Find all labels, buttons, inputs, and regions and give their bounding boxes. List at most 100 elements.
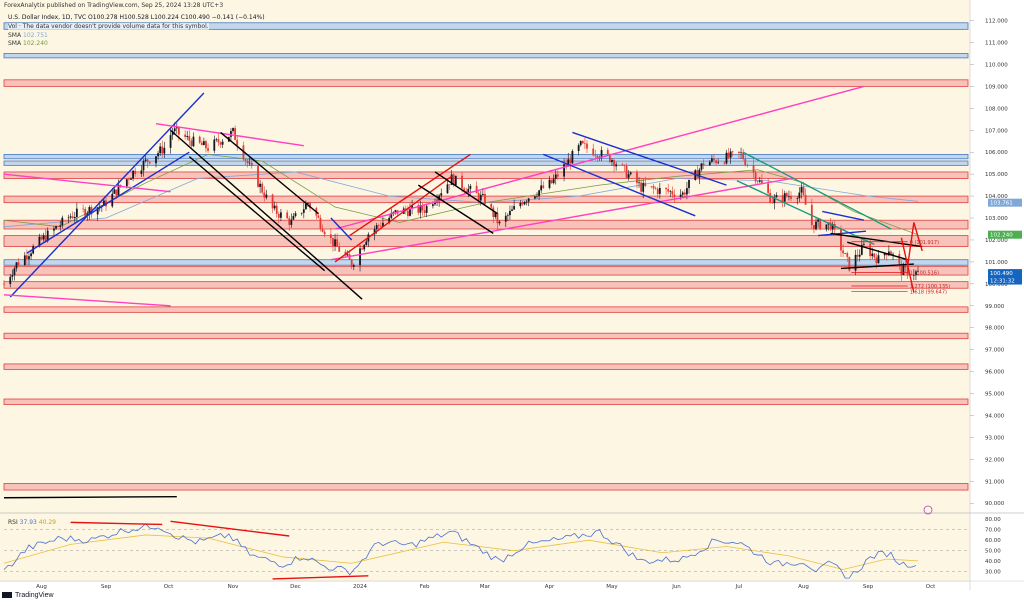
candle-body (53, 228, 55, 231)
candle-body (629, 172, 632, 175)
candle-body (586, 143, 588, 149)
footer-brand[interactable]: TradingView (2, 592, 54, 599)
candle-body (523, 202, 526, 205)
x-tick-label: Oct (926, 584, 936, 590)
candle-body (202, 141, 205, 146)
candle-body (484, 193, 486, 205)
zone-blue-4 (3, 160, 969, 166)
candle-body (71, 216, 74, 219)
candle-body (644, 182, 647, 187)
candle-body (717, 162, 720, 164)
candle-body (715, 160, 717, 164)
candle-body (134, 170, 137, 175)
candle-body (186, 136, 189, 137)
candle-body (248, 162, 251, 164)
candle-body (898, 254, 901, 264)
candle-body (556, 174, 559, 177)
candle-body (902, 265, 905, 276)
publisher-note: ForexAnalytix published on TradingView.c… (4, 2, 224, 9)
candle-body (146, 159, 149, 162)
candle-body (250, 162, 253, 166)
candle-body (271, 194, 274, 209)
candle-body (69, 216, 72, 218)
y-tick-label: 101.000 (985, 260, 1008, 266)
candle-body (469, 185, 472, 189)
candle-body (727, 152, 730, 158)
candle-body (479, 194, 482, 201)
candle-body (332, 238, 334, 247)
x-tick-label: Feb (420, 584, 430, 590)
candle-body (713, 158, 715, 161)
symbol-legend[interactable]: U.S. Dollar Index, 1D, TVC O100.278 H100… (8, 14, 265, 21)
candle-body (696, 170, 699, 178)
candle-body (275, 205, 278, 214)
candle-body (652, 186, 655, 189)
candle-body (611, 159, 613, 163)
candle-body (219, 142, 222, 145)
price-label-text: 12:31:32 (990, 279, 1015, 285)
y-tick-label: 103.000 (985, 216, 1008, 222)
candle-body (686, 188, 688, 195)
x-tick-label: Nov (228, 584, 239, 590)
y-tick-label: 99.000 (985, 304, 1005, 310)
candle-body (679, 194, 682, 197)
candle-body (606, 150, 609, 155)
y-tick-label: 97.000 (985, 348, 1005, 354)
candle-body (15, 262, 18, 269)
candle-body (569, 159, 572, 164)
price-chart[interactable]: 0 (101.917)1 (100.516)1.272 (100.135)1.6… (0, 0, 1024, 606)
candle-body (621, 164, 624, 166)
candle-body (519, 203, 522, 207)
candle-body (292, 215, 295, 220)
candle-body (467, 188, 470, 193)
rsi-tick-label: 70.00 (985, 528, 1001, 534)
sma-fast-legend[interactable]: SMA 102.751 (8, 32, 48, 39)
candle-body (200, 142, 203, 146)
rsi-legend[interactable]: RSI 37.93 40.29 (8, 519, 56, 526)
candle-body (490, 204, 493, 208)
x-tick-label: Sep (863, 584, 874, 590)
candle-body (862, 243, 865, 245)
candle-body (157, 153, 159, 157)
candle-body (477, 193, 480, 201)
x-tick-label: Jul (735, 584, 743, 590)
y-tick-label: 95.000 (985, 392, 1005, 398)
candle-body (738, 151, 740, 153)
rsi-tick-label: 50.00 (985, 549, 1001, 555)
candle-body (321, 228, 324, 232)
candle-body (346, 254, 349, 256)
candle-body (640, 182, 643, 192)
candle-body (44, 235, 47, 242)
candle-body (636, 172, 638, 184)
candle-body (583, 143, 586, 144)
zone-red-12 (3, 306, 969, 313)
y-tick-label: 107.000 (985, 128, 1008, 134)
sma-slow-legend[interactable]: SMA 102.240 (8, 40, 48, 47)
rsi-value-2: 40.29 (38, 519, 56, 526)
candle-body (688, 179, 690, 189)
candle-body (261, 183, 264, 193)
candle-body (790, 196, 792, 199)
candle-body (159, 146, 162, 154)
candle-body (294, 213, 297, 216)
candle-body (740, 152, 742, 154)
candle-body (711, 158, 713, 162)
candle-body (538, 190, 540, 197)
candle-body (667, 189, 670, 192)
candle-body (454, 175, 457, 186)
candle-body (73, 216, 76, 219)
rsi-label: RSI (8, 519, 18, 526)
candle-body (407, 210, 409, 216)
candle-body (700, 163, 703, 170)
sma-fast-label: SMA (8, 32, 22, 39)
candle-body (144, 159, 147, 161)
y-tick-label: 105.000 (985, 172, 1008, 178)
candle-body (871, 253, 874, 257)
candle-body (511, 209, 513, 211)
candle-body (781, 195, 784, 202)
candle-body (802, 186, 805, 195)
candle-body (17, 262, 20, 265)
candle-body (244, 159, 247, 161)
price-label-text: 103.761 (990, 201, 1013, 207)
candle-body (527, 198, 530, 202)
